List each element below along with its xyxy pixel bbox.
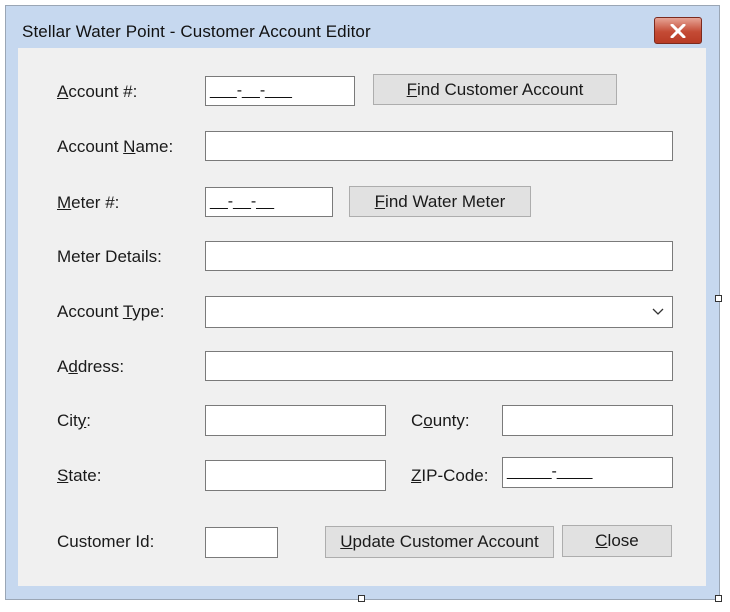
account-number-input[interactable]: ___-__-___: [205, 76, 355, 106]
window-close-button[interactable]: [654, 17, 702, 44]
account-type-select[interactable]: [205, 296, 673, 328]
city-input[interactable]: [205, 405, 386, 436]
close-icon: [670, 23, 686, 38]
close-button[interactable]: Close: [562, 525, 672, 557]
customer-id-label: Customer Id:: [57, 532, 155, 551]
state-label: State:: [57, 466, 102, 485]
update-customer-account-button[interactable]: Update Customer Account: [325, 526, 554, 558]
account-type-label: Account Type:: [57, 302, 165, 321]
meter-number-label: Meter #:: [57, 193, 120, 212]
meter-number-input[interactable]: __-__-__: [205, 187, 333, 217]
zip-code-input[interactable]: _____-____: [502, 457, 673, 488]
county-label: County:: [411, 411, 470, 430]
account-number-label: Account #:: [57, 82, 138, 101]
meter-details-label: Meter Details:: [57, 247, 162, 266]
title-bar[interactable]: Stellar Water Point - Customer Account E…: [6, 6, 718, 46]
resize-handle-right[interactable]: [715, 295, 722, 302]
address-label: Address:: [57, 357, 125, 376]
customer-id-input[interactable]: [205, 527, 278, 558]
state-input[interactable]: [205, 460, 386, 491]
resize-handle-bottom[interactable]: [358, 595, 365, 602]
find-customer-account-button[interactable]: Find Customer Account: [373, 74, 617, 105]
meter-details-input[interactable]: [205, 241, 673, 271]
resize-handle-corner[interactable]: [715, 595, 722, 602]
find-water-meter-button[interactable]: Find Water Meter: [349, 186, 531, 217]
address-input[interactable]: [205, 351, 673, 381]
zip-code-label: ZIP-Code:: [411, 466, 489, 485]
chevron-down-icon: [652, 308, 664, 315]
form-client-area: Account #: ___-__-___ Find Customer Acco…: [18, 48, 706, 586]
city-label: City:: [57, 411, 92, 430]
window-title: Stellar Water Point - Customer Account E…: [22, 22, 371, 41]
county-input[interactable]: [502, 405, 673, 436]
account-name-input[interactable]: [205, 131, 673, 161]
account-name-label: Account Name:: [57, 137, 174, 156]
